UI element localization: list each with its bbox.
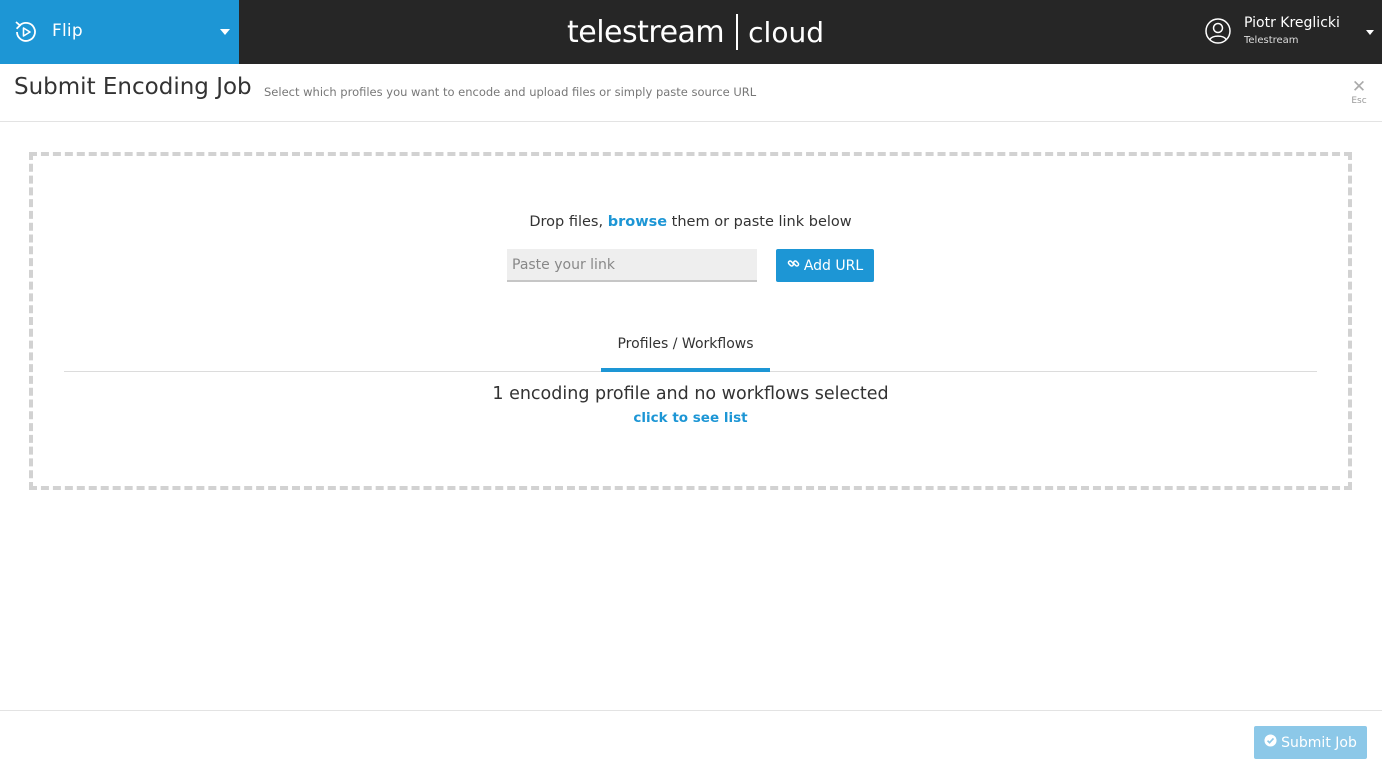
telestream-cloud-logo: telestream cloud [567,12,824,52]
add-url-label: Add URL [803,257,864,274]
chevron-down-icon [220,29,230,35]
profiles-tabs: Profiles / Workflows [64,330,1317,372]
browse-link[interactable]: browse [608,214,667,230]
close-button[interactable]: ✕ Esc [1346,78,1372,112]
footer: Submit Job [0,710,1382,772]
check-circle-icon [1264,734,1277,751]
add-url-button[interactable]: Add URL [776,249,874,282]
submit-job-label: Submit Job [1281,734,1357,751]
close-shortcut-label: Esc [1351,96,1367,106]
url-input[interactable] [507,249,757,282]
selection-summary: 1 encoding profile and no workflows sele… [492,384,889,404]
logo-product: cloud [748,15,824,49]
page-title: Submit Encoding Job [14,74,252,100]
tab-profiles-workflows[interactable]: Profiles / Workflows [601,330,770,372]
close-icon: ✕ [1351,77,1367,97]
user-organization: Telestream [1244,35,1299,46]
app-name: Flip [52,21,83,41]
drop-text-before: Drop files, [529,214,608,230]
drop-instructions: Drop files, browse them or paste link be… [33,214,1348,230]
page-header: Submit Encoding Job Select which profile… [0,64,1382,122]
app-switcher[interactable]: Flip [0,0,239,64]
chevron-down-icon [1366,30,1374,35]
link-icon [787,257,800,274]
user-menu[interactable]: Piotr Kreglicki Telestream [1204,0,1382,64]
user-name: Piotr Kreglicki [1244,15,1340,31]
page-subtitle: Select which profiles you want to encode… [264,85,757,99]
drop-text-after: them or paste link below [667,214,852,230]
logo-separator [736,14,739,50]
submit-job-button[interactable]: Submit Job [1254,726,1367,759]
file-drop-zone[interactable]: Drop files, browse them or paste link be… [29,152,1352,490]
logo-brand: telestream [567,14,725,50]
see-list-link-text[interactable]: click to see list [633,410,747,426]
play-refresh-icon [13,19,39,45]
see-list-link: click to see list [33,410,1348,426]
user-circle-icon [1204,17,1232,45]
top-bar: Flip telestream cloud Piotr Kreglicki Te… [0,0,1382,64]
